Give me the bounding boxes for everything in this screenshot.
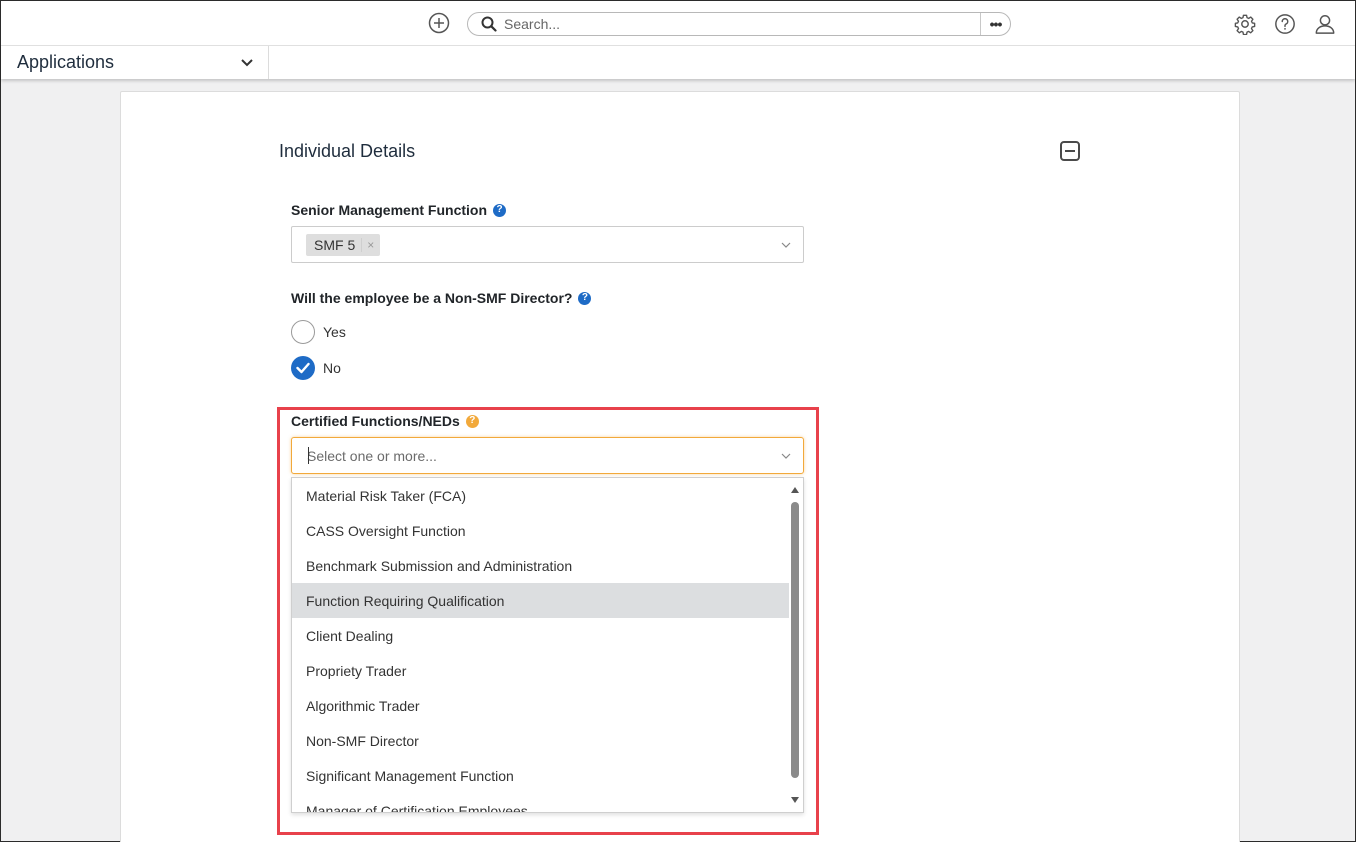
list-item-hovered[interactable]: Function Requiring Qualification (292, 583, 789, 618)
applications-dropdown[interactable]: Applications (1, 46, 269, 79)
add-icon[interactable] (428, 12, 450, 34)
certified-label-text: Certified Functions/NEDs (291, 413, 460, 429)
section-title: Individual Details (279, 141, 416, 161)
question-help-icon[interactable]: ? (578, 291, 592, 305)
gear-icon[interactable] (1233, 12, 1257, 36)
global-search: ••• (467, 12, 1011, 36)
search-icon[interactable] (474, 13, 504, 35)
top-navigation-bar: ••• (1, 1, 1355, 46)
list-item[interactable]: Client Dealing (292, 618, 789, 653)
certified-field-label: Certified Functions/NEDs ? (291, 413, 479, 429)
form-card: Individual Details Senior Management Fun… (120, 91, 1240, 842)
certified-options-list: Material Risk Taker (FCA) CASS Oversight… (291, 477, 804, 813)
radio-unchecked-icon[interactable] (291, 320, 315, 344)
list-item[interactable]: Propriety Trader (292, 653, 789, 688)
scrollbar-thumb[interactable] (791, 502, 799, 778)
help-icon[interactable] (1273, 12, 1297, 36)
application-bar: Applications (1, 46, 1355, 79)
certified-search-input[interactable] (307, 446, 767, 466)
radio-no[interactable]: No (291, 356, 341, 380)
list-item[interactable]: Algorithmic Trader (292, 688, 789, 723)
user-icon[interactable] (1313, 12, 1337, 36)
search-input[interactable] (504, 14, 980, 34)
chevron-down-icon (781, 242, 791, 248)
search-options-button[interactable]: ••• (980, 13, 1010, 35)
tag-label: SMF 5 (314, 237, 356, 253)
list-item[interactable]: Non-SMF Director (292, 723, 789, 758)
question-help-icon[interactable]: ? (465, 414, 479, 428)
list-item[interactable]: Manager of Certification Employees (292, 793, 789, 813)
non-smf-field-label: Will the employee be a Non-SMF Director?… (291, 290, 592, 306)
radio-yes[interactable]: Yes (291, 320, 346, 344)
non-smf-label-text: Will the employee be a Non-SMF Director? (291, 290, 573, 306)
selected-tag: SMF 5 × (306, 234, 381, 256)
smf-field-label: Senior Management Function ? (291, 202, 507, 218)
scroll-up-arrow-icon[interactable] (790, 486, 800, 494)
radio-checked-icon[interactable] (291, 356, 315, 380)
list-item[interactable]: Benchmark Submission and Administration (292, 548, 789, 583)
radio-yes-label: Yes (323, 324, 346, 340)
collapse-section-button[interactable] (1060, 141, 1080, 161)
smf-label-text: Senior Management Function (291, 202, 488, 218)
list-item[interactable]: Significant Management Function (292, 758, 789, 793)
chevron-down-icon (781, 453, 791, 459)
scroll-down-arrow-icon[interactable] (790, 796, 800, 804)
minus-icon (1065, 150, 1075, 152)
certified-multiselect[interactable] (291, 437, 804, 474)
list-item[interactable]: CASS Oversight Function (292, 513, 789, 548)
applications-label: Applications (17, 52, 115, 72)
question-help-icon[interactable]: ? (493, 203, 507, 217)
chevron-down-icon (240, 55, 256, 71)
list-item[interactable]: Material Risk Taker (FCA) (292, 478, 789, 513)
smf-select[interactable]: SMF 5 × (291, 226, 804, 263)
text-cursor (308, 447, 309, 464)
remove-tag-icon[interactable]: × (361, 238, 380, 252)
top-right-icons (1233, 12, 1337, 36)
radio-no-label: No (323, 360, 341, 376)
